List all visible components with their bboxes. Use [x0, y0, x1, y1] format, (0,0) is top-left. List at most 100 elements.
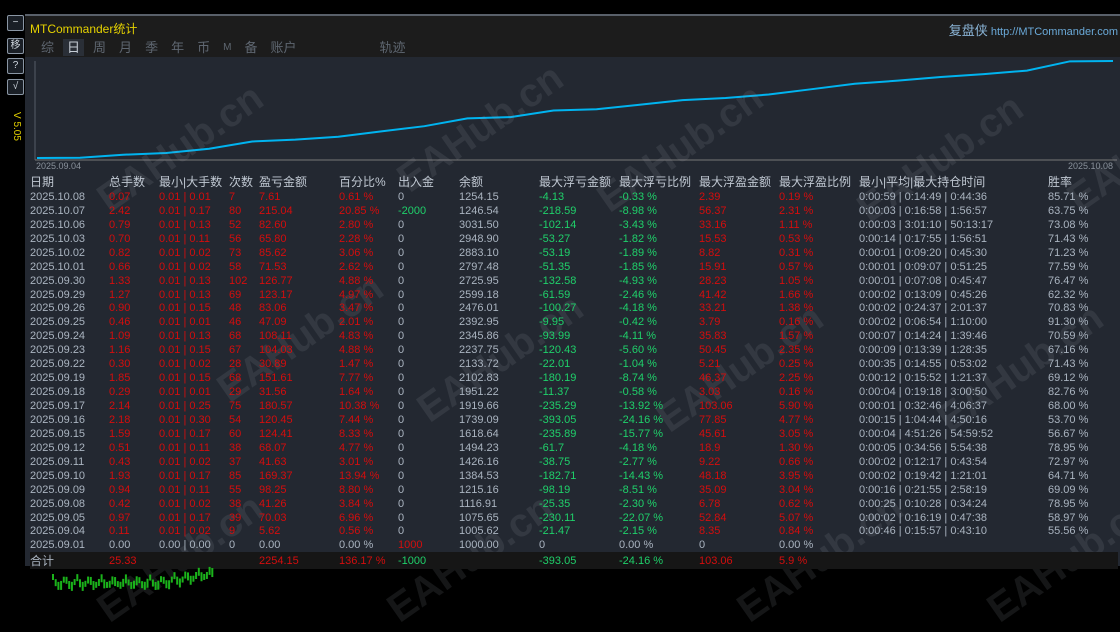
tab-10[interactable]: 轨迹 [375, 39, 409, 56]
tab-0[interactable]: 综 [37, 39, 58, 56]
candle [97, 578, 100, 586]
table-row[interactable]: 2025.09.09 0.94 0.01 | 0.11 55 98.25 8.80 % 0 1… [30, 483, 1118, 497]
move-button[interactable]: 移 [7, 38, 24, 54]
cell-9: -2.46 % [619, 288, 657, 301]
table-row[interactable]: 2025.09.10 1.93 0.01 | 0.17 85 169.37 13.94 %… [30, 469, 1118, 483]
cell-1: 0.94 [109, 483, 131, 496]
table-row[interactable]: 2025.09.23 1.16 0.01 | 0.15 67 104.03 4.88 % 0… [30, 343, 1118, 357]
cell-0: 2025.09.29 [30, 288, 86, 301]
column-header[interactable]: 百分比% [339, 173, 398, 190]
table-row[interactable]: 2025.10.08 0.07 0.01 | 0.01 7 7.61 0.61 % 0 125… [30, 190, 1118, 204]
table-row[interactable]: 2025.09.26 0.90 0.01 | 0.15 48 83.06 3.47 % 0 2… [30, 302, 1118, 316]
confirm-button[interactable]: √ [7, 79, 24, 95]
cell-11: 5.07 % [779, 511, 814, 524]
table-row[interactable]: 2025.09.12 0.51 0.01 | 0.11 38 68.07 4.77 % 0 1… [30, 441, 1118, 455]
table-row[interactable]: 2025.09.05 0.97 0.01 | 0.17 39 70.03 6.96 % 0 1… [30, 511, 1118, 525]
cell-11: 0.25 % [779, 358, 814, 371]
cell-2: 0.01 | 0.13 [159, 288, 211, 301]
cell-4: 65.80 [259, 232, 287, 245]
table-row[interactable]: 2025.10.02 0.82 0.01 | 0.02 73 85.62 3.06 % 0 2… [30, 246, 1118, 260]
table-row[interactable]: 2025.09.17 2.14 0.01 | 0.25 75 180.57 10.38 %… [30, 399, 1118, 413]
cell-0: 2025.09.25 [30, 316, 86, 329]
cell-5: 0.61 % [339, 190, 374, 203]
tab-5[interactable]: 年 [167, 39, 188, 56]
cell-12: 0:00:09 | 0:13:39 | 1:28:35 [859, 344, 988, 357]
table-row[interactable]: 2025.09.11 0.43 0.01 | 0.02 37 41.63 3.01 % 0 1… [30, 455, 1118, 469]
column-header[interactable]: 最大浮亏比例 [619, 173, 699, 190]
column-header[interactable]: 最大浮盈金额 [699, 173, 779, 190]
cell-13: 70.83 % [1048, 302, 1089, 315]
cell-7: 2948.90 [459, 232, 499, 245]
table-row[interactable]: 2025.09.08 0.42 0.01 | 0.02 38 41.26 3.84 % 0 1… [30, 497, 1118, 511]
cell-11: 4.77 % [779, 413, 814, 426]
table-row[interactable]: 2025.10.06 0.79 0.01 | 0.13 52 82.60 2.80 % 0 3… [30, 218, 1118, 232]
column-header[interactable]: 胜率 [1048, 173, 1118, 190]
tab-8[interactable]: 备 [240, 39, 261, 56]
table-row[interactable]: 2025.09.15 1.59 0.01 | 0.17 60 124.41 8.33 % 0… [30, 427, 1118, 441]
tab-2[interactable]: 周 [89, 39, 110, 56]
cell-1: 0.11 [109, 525, 130, 538]
table-row[interactable]: 2025.09.04 0.11 0.01 | 0.02 9 5.62 0.56 % 0 100… [30, 525, 1118, 539]
cell-4: 104.03 [259, 344, 293, 357]
column-header[interactable]: 最大浮亏金额 [539, 173, 619, 190]
table-row[interactable]: 2025.09.29 1.27 0.01 | 0.13 69 123.17 4.97 % 0… [30, 288, 1118, 302]
table-row[interactable]: 2025.09.01 0.00 0.00 | 0.00 0 0.00 0.00 % 1000… [30, 538, 1118, 552]
cell-0: 2025.09.05 [30, 511, 86, 524]
candle [119, 581, 122, 589]
table-row[interactable]: 2025.09.18 0.29 0.01 | 0.01 29 31.56 1.64 % 0 1… [30, 385, 1118, 399]
table-row[interactable]: 2025.09.30 1.33 0.01 | 0.13 102 126.77 4.88 %… [30, 274, 1118, 288]
tab-9[interactable]: 账户 [266, 39, 300, 56]
cell-3: 55 [229, 483, 242, 496]
column-header[interactable]: 次数 [229, 173, 259, 190]
column-header[interactable]: 总手数 [109, 173, 159, 190]
column-header[interactable]: 出入金 [398, 173, 459, 190]
cell-0: 2025.09.30 [30, 274, 86, 287]
table-row[interactable]: 2025.09.16 2.18 0.01 | 0.30 54 120.45 7.44 % 0… [30, 413, 1118, 427]
column-header[interactable]: 日期 [30, 173, 109, 190]
panel-title: MTCommander统计 [30, 22, 138, 36]
cell-4: 31.56 [259, 386, 287, 399]
candle [100, 574, 103, 583]
cell-5: 3.06 % [339, 246, 374, 259]
cell-1: 2.14 [109, 400, 131, 413]
cell-3: 85 [229, 469, 242, 482]
tab-7[interactable]: M [219, 39, 235, 56]
cell-11: 3.04 % [779, 483, 814, 496]
column-header[interactable]: 最大浮盈比例 [779, 173, 859, 190]
cell-6: 1000 [398, 539, 423, 552]
cell-5: 1.64 % [339, 386, 374, 399]
tab-3[interactable]: 月 [115, 39, 136, 56]
column-header[interactable]: 盈亏金额 [259, 173, 339, 190]
minimize-button[interactable]: − [7, 15, 24, 31]
tab-4[interactable]: 季 [141, 39, 162, 56]
cell-0: 2025.09.18 [30, 386, 86, 399]
cell-8: -218.59 [539, 204, 577, 217]
cell-12: 0:00:03 | 0:16:58 | 1:56:57 [859, 204, 988, 217]
tab-1[interactable]: 日 [63, 39, 85, 56]
table-row[interactable]: 2025.10.01 0.66 0.01 | 0.02 58 71.53 2.62 % 0 2… [30, 260, 1118, 274]
column-header[interactable]: 余额 [459, 173, 539, 190]
stats-panel: MTCommander统计 复盘侠 http://MTCommander.com… [25, 14, 1120, 631]
cell-4: 7.61 [259, 190, 281, 203]
price-chart-fragment [52, 566, 214, 591]
cell-2: 0.00 | 0.00 [159, 539, 211, 552]
cell-1: 1.59 [109, 427, 131, 440]
table-row[interactable]: 2025.09.25 0.46 0.01 | 0.01 46 47.09 2.01 % 0 2… [30, 315, 1118, 329]
table-row[interactable]: 2025.10.07 2.42 0.01 | 0.17 80 215.04 20.85 %… [30, 204, 1118, 218]
help-button[interactable]: ? [7, 58, 24, 74]
candle [106, 581, 108, 588]
brand-link[interactable]: 复盘侠 http://MTCommander.com [949, 20, 1118, 39]
cell-9: -2.30 % [619, 497, 657, 510]
column-header[interactable]: 最小|大手数 [159, 173, 229, 190]
tab-6[interactable]: 币 [193, 39, 214, 56]
column-header[interactable]: 最小|平均|最大持仓时间 [859, 173, 1048, 190]
cell-10: 45.61 [699, 427, 727, 440]
candle [178, 578, 181, 588]
cell-2: 0.01 | 0.15 [159, 302, 211, 315]
table-row[interactable]: 2025.09.24 1.09 0.01 | 0.13 68 108.11 4.83 % 0… [30, 329, 1118, 343]
cell-5: 4.83 % [339, 330, 374, 343]
cell-3: 58 [229, 260, 242, 273]
table-row[interactable]: 2025.09.19 1.85 0.01 | 0.15 68 151.61 7.77 % 0… [30, 371, 1118, 385]
table-row[interactable]: 2025.09.22 0.30 0.01 | 0.02 28 30.89 1.47 % 0 2… [30, 357, 1118, 371]
table-row[interactable]: 2025.10.03 0.70 0.01 | 0.11 56 65.80 2.28 % 0 2… [30, 232, 1118, 246]
